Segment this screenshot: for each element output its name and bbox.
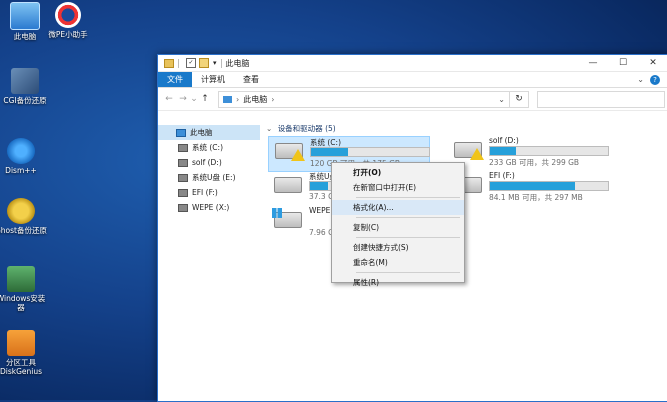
desktop-icon-ghost[interactable]: Ghost备份还原 [0,198,48,235]
ghost-icon [7,198,35,224]
gear-icon [7,138,35,164]
drive-icon [178,143,188,152]
warning-icon [291,149,305,161]
tools-icon [11,68,39,94]
usage-bar [489,146,609,156]
drive-name: EFI (F:) [489,171,515,180]
drive-icon [178,158,188,167]
menu-separator [356,197,460,198]
breadcrumb-sep: › [271,94,275,104]
sidebar-item-label: 系统U盘 (E:) [192,173,236,182]
menu-item-rename[interactable]: 重命名(M) [332,255,464,270]
breadcrumb-sep: › [236,94,240,104]
menu-item-open-new-window[interactable]: 在新窗口中打开(E) [332,180,464,195]
sidebar-item-this-pc[interactable]: 此电脑 [158,125,260,140]
menu-item-format[interactable]: 格式化(A)... [332,200,464,215]
minimize-button[interactable]: — [578,58,608,68]
sidebar-item-d-drive[interactable]: solf (D:) [158,155,260,170]
drive-icon [178,203,188,212]
lifebuoy-icon [55,2,81,28]
sidebar-item-label: EFI (F:) [192,188,218,197]
desktop-icon-label: 此电脑 [13,32,37,41]
close-button[interactable]: ✕ [638,58,667,68]
up-button[interactable]: ↑ [198,94,212,104]
desktop-icon-windows-installer[interactable]: Windows安装器 [0,266,48,312]
desktop-icon-label: CGI备份还原 [3,96,47,105]
menu-separator [356,217,460,218]
sidebar-item-c-drive[interactable]: 系统 (C:) [158,140,260,155]
windows-logo-icon [272,208,282,218]
warning-icon [470,148,484,160]
maximize-button[interactable]: ☐ [608,58,638,68]
usage-bar [310,147,430,157]
forward-button[interactable]: → [176,94,190,104]
desktop-icon-label: Windows安装器 [0,294,46,312]
sidebar-item-x-drive[interactable]: WEPE (X:) [158,200,260,215]
expand-ribbon-icon[interactable]: ⌄ [637,75,644,84]
drive-name: solf (D:) [489,136,519,145]
content-pane: ⌄ 设备和驱动器 (5) 系统 (C:) 120 GB 可用，共 175 GB … [264,123,667,401]
menu-item-properties[interactable]: 属性(R) [332,275,464,290]
chevron-down-icon: ⌄ [266,124,273,133]
diskgenius-icon [7,330,35,356]
installer-icon [7,266,35,292]
recent-locations-icon[interactable]: ⌄ [190,94,198,104]
sidebar-item-label: 此电脑 [190,128,213,137]
pc-small-icon [164,58,174,68]
address-dropdown-icon[interactable]: ⌄ [498,95,505,104]
sidebar-item-label: solf (D:) [192,158,222,167]
desktop-icon-label: Ghost备份还原 [0,226,47,235]
drive-icon [178,173,188,182]
breadcrumb-this-pc[interactable]: 此电脑 [243,94,267,105]
drive-icon [178,188,188,197]
menu-item-create-shortcut[interactable]: 创建快捷方式(S) [332,240,464,255]
window-title: 此电脑 [225,58,250,68]
tab-computer[interactable]: 计算机 [192,72,234,87]
group-header[interactable]: ⌄ 设备和驱动器 (5) [266,123,336,134]
drive-tile-d[interactable]: solf (D:) 233 GB 可用，共 299 GB [448,136,609,170]
pc-icon [223,95,232,103]
desktop-icon-diskgenius[interactable]: 分区工具DiskGenius [0,330,48,376]
computer-icon [10,2,40,30]
context-menu: 打开(O) 在新窗口中打开(E) 格式化(A)... 复制(C) 创建快捷方式(… [331,162,465,287]
usb-drive-icon [274,177,302,193]
refresh-button[interactable]: ↻ [510,90,529,108]
sidebar-item-label: WEPE (X:) [192,203,230,212]
desktop-icon-label: 分区工具DiskGenius [0,358,43,376]
menu-separator [356,272,460,273]
title-bar: ✓ ▾ 此电脑 — ☐ ✕ [158,55,667,72]
back-button[interactable]: ← [162,94,176,104]
drive-capacity: 84.1 MB 可用，共 297 MB [489,193,583,202]
drive-tile-f[interactable]: EFI (F:) 84.1 MB 可用，共 297 MB [448,171,609,205]
menu-item-copy[interactable]: 复制(C) [332,220,464,235]
properties-icon[interactable]: ✓ [186,58,196,68]
sidebar-item-label: 系统 (C:) [192,143,223,152]
computer-icon [176,128,186,137]
address-bar[interactable]: › 此电脑 › ⌄ [218,90,510,108]
window-controls: — ☐ ✕ [578,58,667,68]
separator [178,58,179,68]
desktop-icon-cgi-backup[interactable]: CGI备份还原 [0,68,52,105]
sidebar-item-f-drive[interactable]: EFI (F:) [158,185,260,200]
new-folder-icon[interactable] [199,58,209,68]
quick-access-dropdown-icon[interactable]: ▾ [213,59,217,67]
sidebar-item-e-drive[interactable]: 系统U盘 (E:) [158,170,260,185]
ribbon-tabs: 文件 计算机 查看 ⌄ ? [158,72,667,88]
usage-bar [489,181,609,191]
tab-view[interactable]: 查看 [234,72,268,87]
desktop-icon-label: 微PE小助手 [48,30,88,39]
menu-separator [356,237,460,238]
desktop-icon-pe-helper[interactable]: 微PE小助手 [41,2,95,39]
search-input[interactable] [537,90,665,108]
drive-capacity: 233 GB 可用，共 299 GB [489,158,580,167]
navigation-bar: ← → ⌄ ↑ › 此电脑 › ⌄ ↻ [158,88,667,111]
menu-item-open[interactable]: 打开(O) [332,165,464,180]
separator [220,58,222,68]
navigation-pane: 此电脑 系统 (C:) solf (D:) 系统U盘 (E:) EFI (F:)… [158,125,260,401]
desktop-icon-label: Dism++ [5,166,37,175]
tab-file[interactable]: 文件 [158,72,192,87]
desktop-icon-dism[interactable]: Dism++ [0,138,48,175]
help-icon[interactable]: ? [650,74,660,85]
